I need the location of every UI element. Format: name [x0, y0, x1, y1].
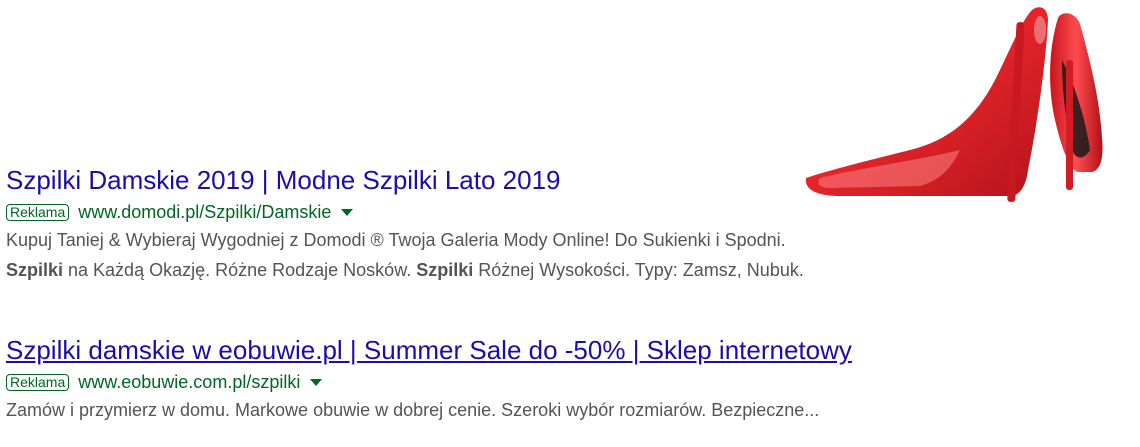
ad-title-link[interactable]: Szpilki Damskie 2019 | Modne Szpilki Lat… [6, 163, 561, 197]
triangle-down-icon[interactable] [341, 208, 354, 216]
ad-badge: Reklama [6, 373, 70, 391]
search-ad-result: Szpilki Damskie 2019 | Modne Szpilki Lat… [6, 163, 1140, 285]
ad-title-link[interactable]: Szpilki damskie w eobuwie.pl | Summer Sa… [6, 333, 852, 367]
ad-badge: Reklama [6, 203, 70, 221]
ad-display-url[interactable]: www.domodi.pl/Szpilki/Damskie [78, 201, 331, 223]
ad-description-keyword: Szpilki [416, 260, 474, 280]
ad-description-line-2: Szpilki na Każdą Okazję. Różne Rodzaje N… [6, 255, 1140, 285]
ad-url-line: Reklama www.eobuwie.com.pl/szpilki [6, 369, 1140, 395]
ad-description-text: na Każdą Okazję. Różne Rodzaje Nosków. [63, 260, 417, 280]
ad-description-keyword: Szpilki [6, 260, 64, 280]
ad-url-line: Reklama www.domodi.pl/Szpilki/Damskie [6, 199, 1140, 225]
triangle-down-icon[interactable] [310, 378, 323, 386]
ad-description-line-1: Zamów i przymierz w domu. Markowe obuwie… [6, 400, 820, 420]
search-ad-result: Szpilki damskie w eobuwie.pl | Summer Sa… [6, 333, 1140, 425]
ad-display-url[interactable]: www.eobuwie.com.pl/szpilki [78, 371, 300, 393]
ad-description-line-1: Kupuj Taniej & Wybieraj Wygodniej z Domo… [6, 230, 786, 250]
ad-description-text: Różnej Wysokości. Typy: Zamsz, Nubuk. [473, 260, 804, 280]
